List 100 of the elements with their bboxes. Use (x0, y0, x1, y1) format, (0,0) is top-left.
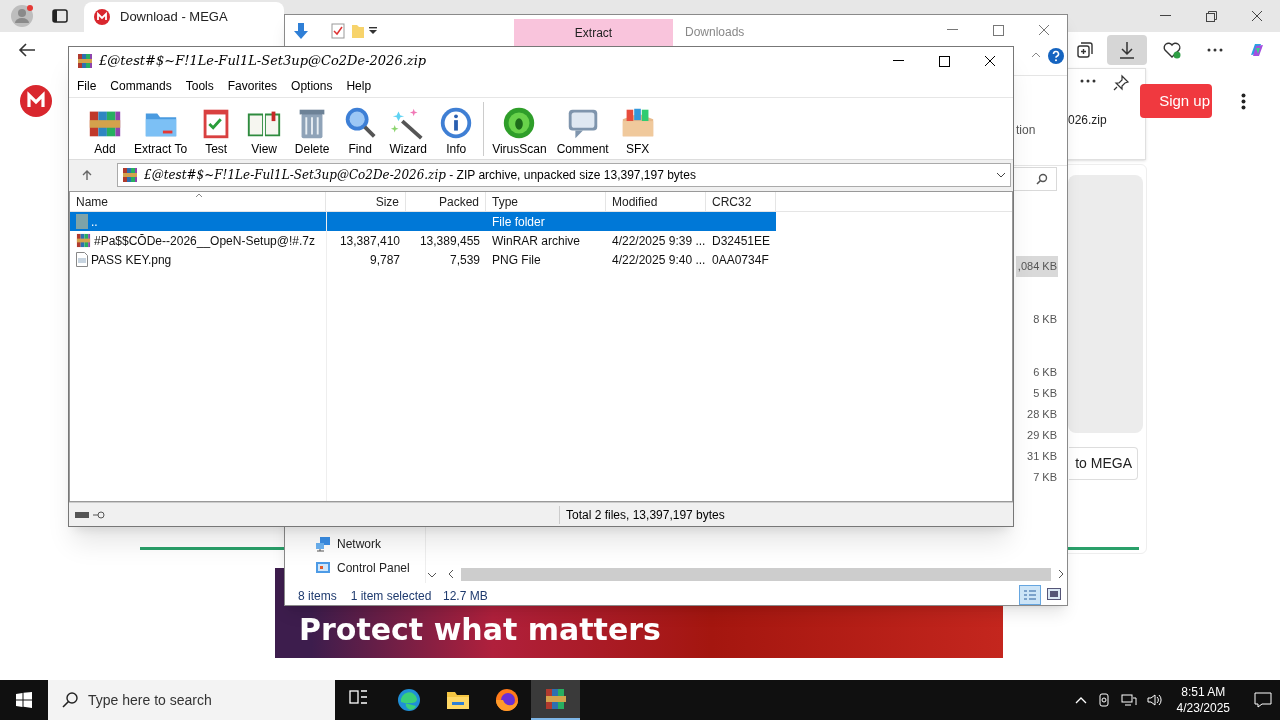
sort-icon (195, 193, 203, 198)
drive-icon (75, 511, 89, 518)
close-icon[interactable] (1251, 10, 1263, 22)
table-cell: 13,389,455 (419, 233, 480, 248)
notifications-icon[interactable] (1254, 692, 1272, 708)
sign-up-button[interactable]: Sign up (1140, 84, 1212, 118)
menu-item[interactable]: Tools (185, 77, 214, 95)
search-icon (62, 692, 78, 708)
image-file-icon (76, 252, 88, 267)
menu-item[interactable]: Favorites (227, 77, 278, 95)
toolbar-button[interactable]: View (240, 98, 289, 156)
edge-icon (396, 688, 421, 712)
table-cell: 7,539 (449, 252, 480, 267)
properties-icon[interactable] (331, 23, 345, 39)
toolbar-button[interactable]: Find (336, 98, 385, 156)
toolbar-button[interactable]: Extract To (129, 98, 193, 156)
download-icon (1119, 41, 1135, 59)
control-panel-icon (315, 560, 331, 576)
device-icon[interactable] (1096, 693, 1111, 707)
save-to-mega-button[interactable]: to MEGA (1069, 447, 1138, 480)
minimize-icon[interactable] (1159, 15, 1171, 17)
clock[interactable]: 8:51 AM 4/23/2025 (1172, 684, 1234, 716)
kebab-menu-icon[interactable] (1241, 93, 1246, 110)
scrollbar-thumb[interactable] (461, 568, 1051, 581)
banner-headline: Protect what matters (299, 612, 661, 648)
file-size[interactable]: 7 KB (1016, 467, 1058, 488)
table-cell: D32451EE (712, 233, 771, 248)
menu-item[interactable]: Help (346, 77, 372, 95)
back-icon[interactable] (18, 42, 36, 58)
folder-icon (76, 214, 88, 229)
toolbar-button[interactable]: Delete (288, 98, 337, 156)
toolbar-button[interactable]: Info (432, 98, 481, 156)
collapse-ribbon-icon[interactable] (1031, 52, 1041, 58)
toolbar-button[interactable]: SFX (613, 98, 662, 156)
heartbeat-icon[interactable] (1163, 41, 1181, 59)
search-icon (1036, 173, 1048, 185)
key-icon (93, 510, 105, 519)
tray-overflow-icon[interactable] (1074, 696, 1087, 704)
collections-icon[interactable] (1076, 41, 1094, 59)
table-cell: File folder (492, 214, 545, 229)
file-size[interactable]: 28 KB (1016, 404, 1058, 425)
pin-icon[interactable] (1112, 74, 1130, 92)
mega-logo[interactable] (20, 85, 52, 117)
window-title: £@test#$~F!1Le-Ful1L-Set3up@Co2De-2026.zip (99, 52, 427, 71)
close-icon[interactable] (984, 55, 996, 67)
ribbon-tab[interactable]: Extract (514, 19, 673, 47)
network-icon[interactable] (1120, 693, 1137, 707)
tabs-icon[interactable] (52, 8, 68, 24)
up-arrow-icon[interactable] (81, 168, 93, 181)
archive-icon (76, 233, 91, 248)
minimize-icon[interactable] (892, 60, 904, 62)
toolbar-button[interactable]: Test (192, 98, 241, 156)
file-size[interactable]: ,084 KB (1016, 256, 1058, 277)
restore-icon[interactable] (1205, 10, 1217, 22)
file-row[interactable]: #Pa$$CŌDe--2026__OpeN-Setup@!#.7z 13,387,410 13,389,455 WinRAR archive 4/22/2025 9:39 ... D32451EE (70, 231, 776, 250)
more-icon[interactable] (1080, 79, 1096, 83)
file-size[interactable]: 29 KB (1016, 425, 1058, 446)
profile-icon[interactable] (10, 4, 34, 28)
selection-size: 12.7 MB (443, 588, 488, 605)
maximize-icon[interactable] (938, 55, 950, 67)
help-icon[interactable] (1048, 48, 1064, 64)
browser-tab[interactable]: Download - MEGA (84, 2, 284, 32)
table-cell: WinRAR archive (492, 233, 581, 248)
firefox-icon (494, 688, 519, 712)
download-arrow-icon[interactable] (293, 22, 309, 40)
nav-item[interactable]: Control Panel (315, 557, 410, 579)
file-size[interactable]: 8 KB (1016, 309, 1058, 330)
mega-icon (94, 9, 110, 25)
archive-icon (77, 53, 93, 69)
file-name: #Pa$$CŌDe--2026__OpeN-Setup@!#.7z (94, 232, 315, 250)
file-size[interactable]: 31 KB (1016, 446, 1058, 467)
path-field[interactable]: £@test#$~F!1Le-Ful1L-Set3up@Co2De-2026.zip - ZIP archive, unpacked size 13,397,197 bytes (117, 162, 1011, 187)
table-cell: 13,387,410 (339, 233, 400, 248)
toolbar-button[interactable]: Wizard (384, 98, 433, 156)
toolbar-button[interactable]: Add (81, 98, 129, 156)
nav-item[interactable]: Network (315, 533, 381, 555)
volume-icon[interactable] (1146, 693, 1163, 707)
toolbar-button[interactable]: VirusScan (487, 98, 552, 156)
downloads-button[interactable] (1107, 35, 1147, 65)
large-icons-view-icon[interactable] (1047, 588, 1061, 600)
toolbar-button[interactable]: Comment (551, 98, 614, 156)
table-cell: 4/22/2025 9:39 ... (612, 233, 706, 248)
taskbar-search-field[interactable]: Type here to search (48, 680, 335, 720)
file-row[interactable]: PASS KEY.png 9,787 7,539 PNG File 4/22/2025 9:40 ... 0AA0734F (70, 250, 776, 269)
file-size[interactable]: 6 KB (1016, 362, 1058, 383)
file-row[interactable]: .. File folder (70, 212, 776, 231)
scroll-down-icon[interactable] (427, 571, 437, 579)
file-name: PASS KEY.png (91, 251, 172, 269)
menu-item[interactable]: File (77, 77, 97, 95)
file-size[interactable]: 5 KB (1016, 383, 1058, 404)
windows-start-icon[interactable] (16, 692, 32, 708)
table-cell: 0AA0734F (712, 252, 769, 267)
menu-item[interactable]: Options (291, 77, 333, 95)
scroll-right-icon[interactable] (1057, 569, 1065, 579)
scroll-left-icon[interactable] (447, 569, 455, 579)
menu-item[interactable]: Commands (110, 77, 172, 95)
table-cell: 4/22/2025 9:40 ... (612, 252, 706, 267)
download-filename[interactable]: 026.zip (1068, 111, 1107, 129)
caret-icon[interactable] (369, 27, 377, 35)
dropdown-icon[interactable] (996, 171, 1006, 178)
